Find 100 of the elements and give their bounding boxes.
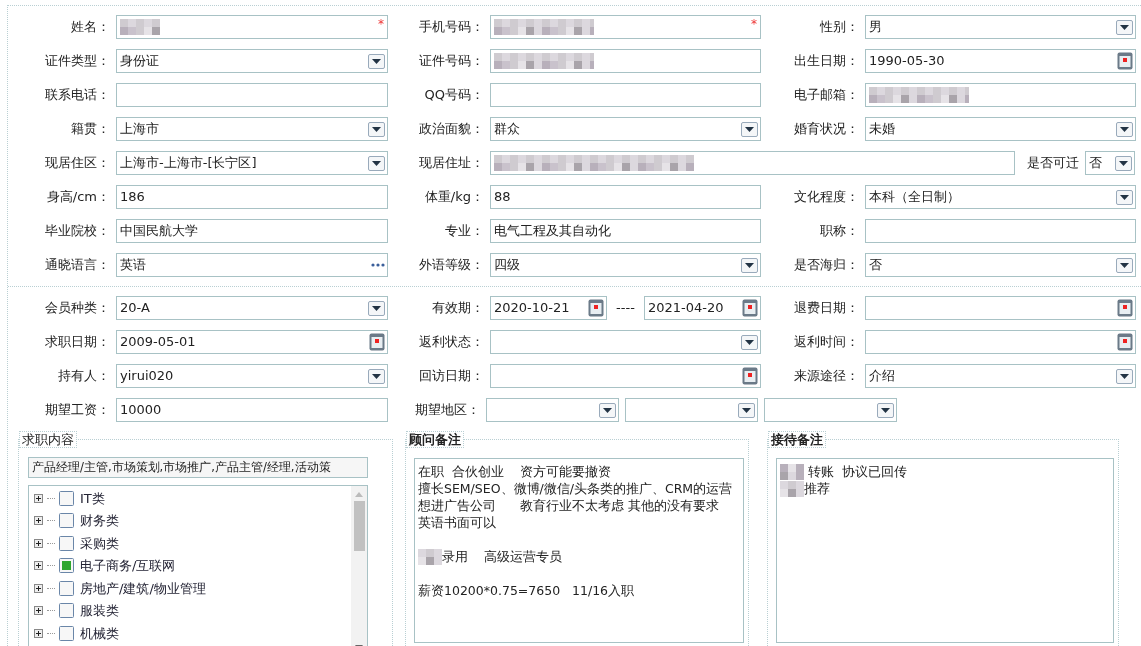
scroll-thumb[interactable]: [353, 501, 365, 551]
field-label: 体重/kg：: [423, 188, 485, 207]
select-field[interactable]: 介绍: [865, 364, 1136, 388]
selection-field[interactable]: 产品经理/主管,市场策划,市场推广,产品主管/经理,活动策: [28, 457, 368, 478]
select-field[interactable]: 上海市: [116, 117, 388, 141]
select-field[interactable]: 四级: [490, 253, 761, 277]
text-field[interactable]: [865, 83, 1136, 107]
select-field[interactable]: 群众: [490, 117, 761, 141]
field-label: 出生日期：: [793, 52, 860, 71]
field-label: 退费日期：: [793, 299, 860, 318]
tree-item-label[interactable]: 服装类: [80, 601, 119, 621]
expand-icon[interactable]: [34, 606, 43, 616]
dropdown-button[interactable]: [1116, 257, 1133, 273]
dropdown-button[interactable]: [1116, 189, 1133, 205]
date-field[interactable]: [490, 364, 761, 388]
text-field[interactable]: 10000: [116, 398, 388, 422]
field-label: 是否海归：: [793, 256, 860, 275]
select-field[interactable]: 否: [1085, 151, 1135, 175]
note-field[interactable]: 在职 合伙创业 资方可能要撤资 擅长SEM/SEO、微博/微信/头条类的推广、CRM的运营 想进广告公司 教育行业不太考虑 其他的没有要求 英语书面可以 录用 高级运营专员 薪资10200*0.75=7650 11/16入职: [414, 458, 744, 643]
text-field[interactable]: 88: [490, 185, 761, 209]
select-field[interactable]: 否: [865, 253, 1136, 277]
dropdown-button[interactable]: [877, 402, 894, 418]
picker-field[interactable]: 英语: [116, 253, 388, 277]
text-field[interactable]: [490, 49, 761, 73]
tree-item-label[interactable]: 采购类: [80, 533, 119, 553]
field-label: 求职日期：: [44, 333, 111, 352]
text-field[interactable]: *: [490, 15, 761, 39]
dropdown-button[interactable]: [741, 334, 758, 350]
tree-item-label[interactable]: IT类: [80, 488, 105, 508]
field-label: 政治面貌：: [418, 120, 485, 139]
select-field[interactable]: 男: [865, 15, 1136, 39]
dropdown-button[interactable]: [741, 121, 758, 137]
caret-icon: [1120, 24, 1129, 30]
text-field[interactable]: *: [116, 15, 388, 39]
tree-item-label[interactable]: 房地产/建筑/物业管理: [80, 578, 206, 598]
select-field[interactable]: yirui020: [116, 364, 388, 388]
dropdown-button[interactable]: [368, 121, 385, 137]
date-field[interactable]: 2020-10-21: [490, 296, 607, 320]
select-field[interactable]: 未婚: [865, 117, 1136, 141]
expand-icon[interactable]: [34, 493, 43, 503]
select-field[interactable]: 20-A: [116, 296, 388, 320]
dropdown-button[interactable]: [599, 402, 616, 418]
expand-icon[interactable]: [34, 561, 43, 571]
expand-icon[interactable]: [34, 516, 43, 526]
select-field[interactable]: 身份证: [116, 49, 388, 73]
caret-icon: [1120, 373, 1129, 379]
text-field[interactable]: 186: [116, 185, 388, 209]
select-field[interactable]: [486, 398, 619, 422]
date-field[interactable]: [865, 296, 1136, 320]
field-label: 证件类型：: [44, 52, 111, 71]
calendar-icon: [588, 299, 604, 317]
expand-icon[interactable]: [34, 538, 43, 548]
more-icon: [371, 263, 385, 267]
field-label: 现居住址：: [418, 154, 485, 173]
note-text: 英语书面可以: [418, 514, 496, 531]
select-field[interactable]: [490, 330, 761, 354]
expand-icon[interactable]: [34, 583, 43, 593]
tree-item-label[interactable]: 电子商务/互联网: [80, 556, 176, 576]
checkbox[interactable]: [59, 603, 74, 619]
select-field[interactable]: 上海市-上海市-[长宁区]: [116, 151, 388, 175]
text-field[interactable]: [865, 219, 1136, 243]
checkbox[interactable]: [59, 490, 74, 506]
select-field[interactable]: 本科（全日制）: [865, 185, 1136, 209]
dropdown-button[interactable]: [1116, 121, 1133, 137]
note-field[interactable]: 转账 协议已回传 推荐: [776, 458, 1114, 643]
checkbox[interactable]: [59, 625, 74, 641]
checkbox[interactable]: [59, 580, 74, 596]
text-field[interactable]: [116, 83, 388, 107]
caret-icon: [745, 339, 754, 345]
field-label: 手机号码：: [418, 18, 485, 37]
date-field[interactable]: 2009-05-01: [116, 330, 388, 354]
caret-icon: [372, 126, 381, 132]
checkbox[interactable]: [59, 513, 74, 529]
dropdown-button[interactable]: [368, 368, 385, 384]
select-field[interactable]: [764, 398, 897, 422]
dropdown-button[interactable]: [368, 155, 385, 171]
text-field[interactable]: 电气工程及其自动化: [490, 219, 761, 243]
dropdown-button[interactable]: [738, 402, 755, 418]
tree-item-label[interactable]: 财务类: [80, 511, 119, 531]
checkbox[interactable]: [59, 535, 74, 551]
checkbox[interactable]: [59, 558, 74, 574]
text-field[interactable]: [490, 151, 1015, 175]
select-field[interactable]: [625, 398, 758, 422]
dropdown-button[interactable]: [1116, 19, 1133, 35]
dropdown-button[interactable]: [741, 257, 758, 273]
dropdown-button[interactable]: [368, 53, 385, 69]
date-field[interactable]: 1990-05-30: [865, 49, 1136, 73]
text-field[interactable]: 中国民航大学: [116, 219, 388, 243]
date-field[interactable]: 2021-04-20: [644, 296, 761, 320]
date-field[interactable]: [865, 330, 1136, 354]
caret-icon: [372, 373, 381, 379]
tree-item-label[interactable]: 机械类: [80, 623, 119, 643]
dropdown-button[interactable]: [1115, 155, 1132, 171]
expand-icon[interactable]: [34, 628, 43, 638]
text-field[interactable]: [490, 83, 761, 107]
field-label: 籍贯：: [70, 120, 111, 139]
panel-legend: 求职内容: [19, 431, 77, 448]
dropdown-button[interactable]: [1116, 368, 1133, 384]
dropdown-button[interactable]: [368, 300, 385, 316]
scrollbar[interactable]: [351, 486, 367, 646]
